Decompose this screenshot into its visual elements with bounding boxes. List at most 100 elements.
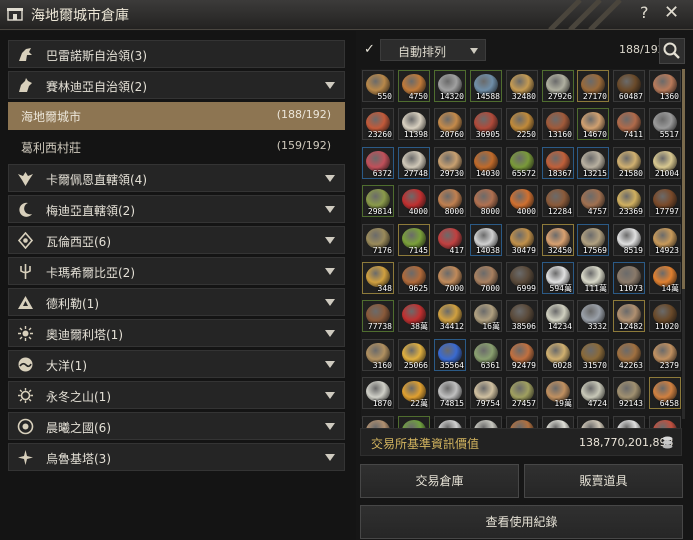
item-slot[interactable]: 4000 bbox=[398, 185, 430, 217]
item-slot[interactable]: 594萬 bbox=[542, 262, 574, 294]
region-item-valencia[interactable]: 瓦倫西亞(6) bbox=[8, 226, 345, 254]
item-slot[interactable]: 35564 bbox=[434, 339, 466, 371]
item-slot[interactable]: 27926 bbox=[542, 70, 574, 102]
item-slot[interactable]: 6028 bbox=[542, 339, 574, 371]
item-slot[interactable]: 14038 bbox=[470, 224, 502, 256]
item-slot[interactable]: 6372 bbox=[362, 147, 394, 179]
region-item-land-of-morning-light[interactable]: 晨曦之國(6) bbox=[8, 412, 345, 440]
region-item-odyllita[interactable]: 奧迪爾利塔(1) bbox=[8, 319, 345, 347]
item-slot[interactable]: 29814 bbox=[362, 185, 394, 217]
item-slot[interactable]: 1360 bbox=[649, 70, 681, 102]
item-slot[interactable]: 17569 bbox=[577, 224, 609, 256]
item-slot[interactable]: 12482 bbox=[613, 300, 645, 332]
item-slot[interactable]: 20760 bbox=[434, 108, 466, 140]
item-slot[interactable]: 38萬 bbox=[398, 300, 430, 332]
item-slot[interactable]: 79754 bbox=[470, 377, 502, 409]
item-slot[interactable]: 18367 bbox=[542, 147, 574, 179]
item-slot[interactable]: 417 bbox=[434, 224, 466, 256]
item-slot[interactable]: 16萬 bbox=[470, 300, 502, 332]
item-slot[interactable]: 77738 bbox=[362, 300, 394, 332]
item-slot[interactable]: 4750 bbox=[398, 70, 430, 102]
item-slot[interactable]: 4757 bbox=[577, 185, 609, 217]
item-slot[interactable]: 34412 bbox=[434, 300, 466, 332]
item-slot[interactable]: 36905 bbox=[470, 108, 502, 140]
item-slot[interactable]: 14320 bbox=[434, 70, 466, 102]
region-item-kamasylvia[interactable]: 卡瑪希爾比亞(2) bbox=[8, 257, 345, 285]
item-slot[interactable]: 7411 bbox=[613, 108, 645, 140]
item-slot[interactable]: 17797 bbox=[649, 185, 681, 217]
region-item-mountain-of-eternal-winter[interactable]: 永冬之山(1) bbox=[8, 381, 345, 409]
close-button[interactable]: ✕ bbox=[664, 2, 679, 23]
item-slot[interactable]: 14588 bbox=[470, 70, 502, 102]
item-slot[interactable]: 1870 bbox=[362, 377, 394, 409]
item-slot[interactable]: 65572 bbox=[506, 147, 538, 179]
item-slot[interactable]: 3160 bbox=[362, 339, 394, 371]
item-slot[interactable]: 6458 bbox=[649, 377, 681, 409]
item-slot[interactable]: 22萬 bbox=[398, 377, 430, 409]
item-slot[interactable]: 11020 bbox=[649, 300, 681, 332]
item-slot[interactable]: 38506 bbox=[506, 300, 538, 332]
item-slot[interactable]: 32450 bbox=[542, 224, 574, 256]
item-slot[interactable]: 31570 bbox=[577, 339, 609, 371]
item-slot[interactable]: 92479 bbox=[506, 339, 538, 371]
item-slot[interactable]: 25066 bbox=[398, 339, 430, 371]
item-slot[interactable]: 42263 bbox=[613, 339, 645, 371]
item-slot[interactable]: 14030 bbox=[470, 147, 502, 179]
scrollbar-thumb[interactable] bbox=[682, 69, 685, 289]
item-slot[interactable]: 8519 bbox=[613, 224, 645, 256]
item-slot[interactable]: 7176 bbox=[362, 224, 394, 256]
item-slot[interactable]: 6999 bbox=[506, 262, 538, 294]
region-item-calpheon[interactable]: 卡爾佩恩直轄領(4) bbox=[8, 164, 345, 192]
item-slot[interactable]: 29730 bbox=[434, 147, 466, 179]
item-slot[interactable]: 4000 bbox=[506, 185, 538, 217]
item-slot[interactable]: 8000 bbox=[470, 185, 502, 217]
item-slot[interactable]: 23260 bbox=[362, 108, 394, 140]
search-button[interactable] bbox=[659, 38, 685, 64]
item-slot[interactable]: 13215 bbox=[577, 147, 609, 179]
item-slot[interactable]: 60487 bbox=[613, 70, 645, 102]
auto-sort-checkbox[interactable]: ✓ bbox=[364, 43, 378, 57]
item-slot[interactable]: 4724 bbox=[577, 377, 609, 409]
item-slot[interactable]: 19萬 bbox=[542, 377, 574, 409]
item-slot[interactable]: 74815 bbox=[434, 377, 466, 409]
item-slot[interactable]: 27170 bbox=[577, 70, 609, 102]
item-slot[interactable]: 13160 bbox=[542, 108, 574, 140]
item-slot[interactable]: 23369 bbox=[613, 185, 645, 217]
region-item-mediah[interactable]: 梅迪亞直轄領(2) bbox=[8, 195, 345, 223]
item-slot[interactable]: 14670 bbox=[577, 108, 609, 140]
item-slot[interactable]: 9625 bbox=[398, 262, 430, 294]
item-slot[interactable]: 92143 bbox=[613, 377, 645, 409]
sort-dropdown[interactable]: 自動排列 bbox=[380, 39, 486, 61]
city-item-glish[interactable]: 葛利西村莊 (159/192) bbox=[8, 133, 345, 161]
item-slot[interactable]: 7000 bbox=[470, 262, 502, 294]
region-item-balenos[interactable]: 巴雷諾斯自治領(3) bbox=[8, 40, 345, 68]
item-slot[interactable]: 11398 bbox=[398, 108, 430, 140]
item-slot[interactable]: 2379 bbox=[649, 339, 681, 371]
item-slot[interactable]: 3332 bbox=[577, 300, 609, 332]
item-slot[interactable]: 5517 bbox=[649, 108, 681, 140]
item-slot[interactable]: 12284 bbox=[542, 185, 574, 217]
region-item-ocean[interactable]: 大洋(1) bbox=[8, 350, 345, 378]
item-slot[interactable]: 14234 bbox=[542, 300, 574, 332]
exchange-warehouse-button[interactable]: 交易倉庫 bbox=[360, 464, 519, 498]
item-slot[interactable]: 14萬 bbox=[649, 262, 681, 294]
city-item-heidel[interactable]: 海地爾城市 (188/192) bbox=[8, 102, 345, 130]
region-item-serendia[interactable]: 賽林迪亞自治領(2) bbox=[8, 71, 345, 99]
item-grid-scrollbar[interactable] bbox=[682, 69, 685, 419]
item-slot[interactable]: 32480 bbox=[506, 70, 538, 102]
sell-items-button[interactable]: 販賣道具 bbox=[524, 464, 683, 498]
item-slot[interactable]: 14923 bbox=[649, 224, 681, 256]
item-slot[interactable]: 550 bbox=[362, 70, 394, 102]
item-slot[interactable]: 348 bbox=[362, 262, 394, 294]
help-button[interactable]: ? bbox=[640, 3, 649, 22]
view-usage-history-button[interactable]: 查看使用紀錄 bbox=[360, 505, 683, 539]
item-slot[interactable]: 8000 bbox=[434, 185, 466, 217]
item-slot[interactable]: 6361 bbox=[470, 339, 502, 371]
item-slot[interactable]: 2250 bbox=[506, 108, 538, 140]
item-slot[interactable]: 111萬 bbox=[577, 262, 609, 294]
item-slot[interactable]: 21580 bbox=[613, 147, 645, 179]
item-slot[interactable]: 27457 bbox=[506, 377, 538, 409]
item-slot[interactable]: 27748 bbox=[398, 147, 430, 179]
item-slot[interactable]: 30479 bbox=[506, 224, 538, 256]
item-slot[interactable]: 11073 bbox=[613, 262, 645, 294]
